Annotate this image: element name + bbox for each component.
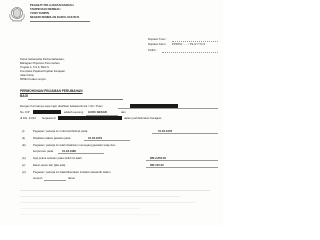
- item-text: Disahkan dalam jawatan pada: [33, 136, 71, 140]
- name-underline: [118, 108, 218, 109]
- ruj-tuan-label: Rujukan Tuan :: [148, 37, 167, 41]
- item-value: 01.03.1979: [88, 135, 102, 140]
- intro-text-e: berjawat di: [42, 116, 56, 120]
- intro-text-a: Dengan hormatnya saya ingin disahkan bah…: [20, 104, 103, 108]
- faded-line: [20, 214, 160, 215]
- ruj-kami-value: PPDTR/ ...... / Pk.3/ 7/ 5/ 9: [172, 42, 205, 46]
- item-number: (v): [22, 163, 26, 167]
- item-text: Elaun-elaun lain (jika ada): [33, 163, 66, 167]
- item-underline: [58, 153, 104, 154]
- item-number: (iv): [22, 156, 26, 160]
- grade-value: di DG. 41/44: [20, 116, 36, 120]
- letterhead-line-4: NEGERI SEMBILAN DARUL KHUSUS: [30, 15, 80, 19]
- faded-line: [20, 196, 180, 197]
- ruj-kami-label: Rujukan Kami :: [148, 42, 167, 46]
- subject-line-1: PERMOHONAN PINJAMAN PERUMAHAN: [20, 89, 83, 93]
- jawatan-value: GURU BESAR: [88, 110, 107, 114]
- redacted-school: [58, 116, 122, 120]
- item-value: 01.03.1980: [62, 148, 76, 153]
- item-number: (ii): [22, 136, 26, 140]
- faded-line: [20, 190, 210, 191]
- letterhead-rule: [30, 21, 90, 22]
- item-text: Pegawai / pekerja ini telah disahkan mem…: [33, 143, 116, 147]
- tarikh-label: Tarikh :: [148, 48, 158, 52]
- intro-text-f: dalam perkhidmatan Kerajaan.: [124, 116, 163, 120]
- item-text: Pegawai / pekerja ini tidak/dikenakan ti…: [33, 170, 111, 174]
- letter-page: PEJABAT PELAJARAN DAERAH TAMPIN DAN REMB…: [0, 0, 223, 226]
- recipient-line-6: 50592 Kuala Lumpur.: [20, 77, 47, 81]
- item-value: tahun: [68, 176, 75, 180]
- item-number: (vi): [22, 170, 26, 174]
- item-value: RM 2,850.00: [150, 155, 167, 160]
- tarikh-dots: [162, 52, 218, 53]
- item-underline: [146, 167, 218, 168]
- faded-line: [20, 202, 195, 203]
- item-text: Pegawai / pekerja ini mula berkhidmat pa…: [33, 129, 88, 133]
- item-underline: [84, 140, 130, 141]
- item-value: 01.03.1978: [158, 128, 172, 133]
- coat-of-arms-icon: [9, 7, 25, 22]
- subject-underline: [28, 99, 123, 100]
- intro-text-b: No. K/P: [20, 110, 30, 114]
- item-underline: [44, 180, 66, 181]
- item-underline: [146, 160, 218, 161]
- item-number: (iii): [22, 143, 26, 147]
- item-text: tempoh: [33, 176, 43, 180]
- intro-text-d: dan: [121, 110, 126, 114]
- item-text: berpencen pada: [33, 149, 54, 153]
- subject-line-2: BAGI: [20, 94, 28, 98]
- redacted-ic: [33, 110, 61, 114]
- intro-text-c: adalah seorang: [64, 110, 84, 114]
- redacted-name: [130, 104, 178, 108]
- item-value: RM 150.00: [150, 162, 164, 167]
- item-text: Gaji pokok sebulan pada tarikh ini ialah: [33, 156, 82, 160]
- item-number: (i): [22, 129, 25, 133]
- item-underline: [152, 133, 218, 134]
- faded-line: [20, 208, 140, 209]
